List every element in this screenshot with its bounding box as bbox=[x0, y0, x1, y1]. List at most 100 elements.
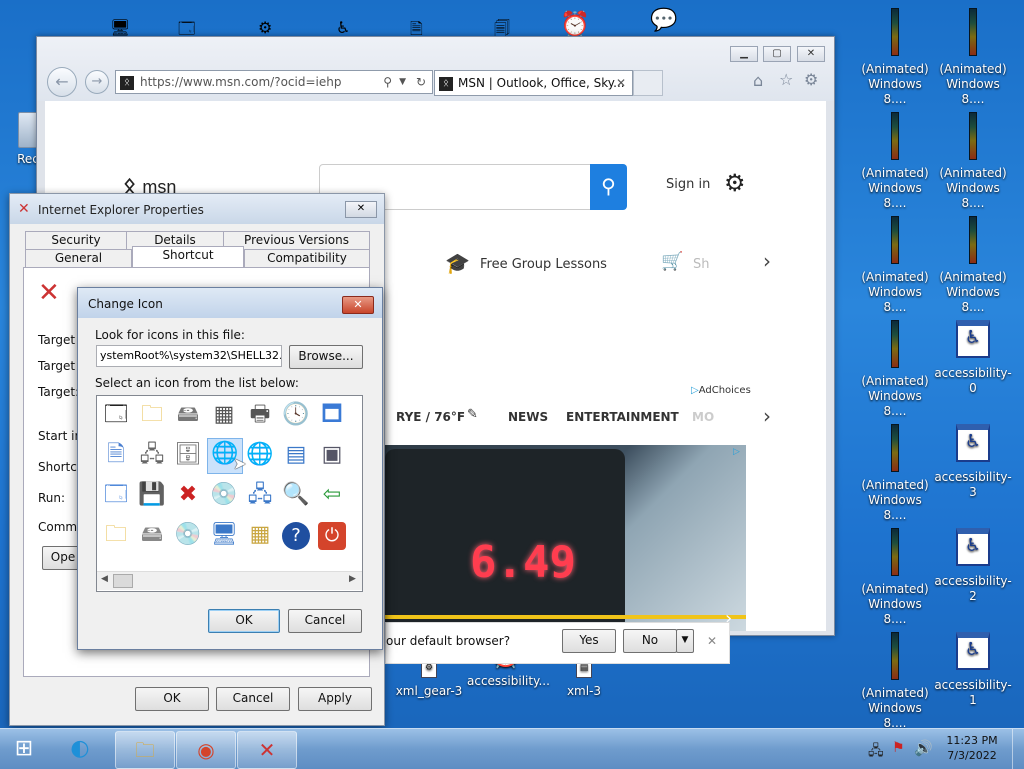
arrow-green-icon[interactable]: ⇦ bbox=[317, 480, 347, 510]
folder-icon[interactable]: 🗀 bbox=[137, 400, 167, 430]
calculator-icon[interactable]: ▦ bbox=[245, 520, 275, 550]
chip-icon[interactable]: ▦ bbox=[209, 400, 239, 430]
search-icon[interactable]: ⚲ bbox=[383, 71, 392, 93]
new-tab-button[interactable] bbox=[633, 70, 663, 96]
cancel-button[interactable]: Cancel bbox=[216, 687, 290, 711]
file-explorer-taskbar-button[interactable]: 🗀 bbox=[115, 731, 175, 769]
change-icon-close-button[interactable]: ✕ bbox=[342, 296, 374, 314]
desktop-animated-windows8-shortcut[interactable]: (Animated) Windows 8.... bbox=[856, 424, 934, 523]
ok-button[interactable]: OK bbox=[135, 687, 209, 711]
desktop-accessibility-shortcut[interactable]: ♿ accessibility-1 bbox=[934, 632, 1012, 708]
chevron-right-icon[interactable]: › bbox=[763, 249, 771, 273]
icon-list[interactable]: 🗔 🗀 🖴 ▦ 🖶 🕓 🗖 🗎 🖧 🗄 🌐 🌐 ▤ ▣ 🗔 💾 ✖ 💿 🖧 🔍 … bbox=[96, 395, 363, 592]
minimize-button[interactable]: ▁ bbox=[730, 46, 758, 62]
tab-previous-versions[interactable]: Previous Versions bbox=[223, 231, 370, 250]
apply-button[interactable]: Apply bbox=[298, 687, 372, 711]
window-blue-icon[interactable]: 🗖 bbox=[317, 400, 347, 430]
refresh-icon[interactable]: ↻ bbox=[416, 71, 426, 93]
change-icon-dialog[interactable]: Change Icon ✕ Look for icons in this fil… bbox=[77, 287, 383, 650]
maximize-button[interactable]: ▢ bbox=[763, 46, 791, 62]
drive-icon[interactable]: 🖴 bbox=[173, 400, 203, 430]
action-center-tray-icon[interactable]: ⚑ bbox=[892, 740, 905, 756]
no-dropdown-button[interactable]: ▼ bbox=[676, 629, 694, 653]
no-button[interactable]: No bbox=[623, 629, 677, 653]
network-drive-icon[interactable]: 🖧 bbox=[137, 440, 167, 470]
desktop-icon-3[interactable]: ⚙ bbox=[258, 18, 272, 37]
desktop-accessibility-shortcut[interactable]: ♿ accessibility-2 bbox=[934, 528, 1012, 604]
dismiss-icon[interactable]: ✕ bbox=[707, 634, 717, 648]
desktop-animated-windows8-shortcut[interactable]: (Animated) Windows 8.... bbox=[856, 216, 934, 315]
gear-icon[interactable]: ⚙ bbox=[804, 70, 818, 89]
icon-file-input[interactable]: ystemRoot%\system32\SHELL32.dll bbox=[96, 345, 282, 367]
folder-yellow-icon[interactable]: 🗀 bbox=[101, 520, 131, 550]
window-app-icon[interactable]: 🗔 bbox=[101, 400, 131, 430]
start-button[interactable]: ⊞ bbox=[6, 733, 42, 765]
tab-close-icon[interactable]: ✕ bbox=[616, 71, 626, 95]
back-button[interactable]: ← bbox=[47, 67, 77, 97]
magnifier-icon[interactable]: 🔍 bbox=[281, 480, 311, 510]
horizontal-scrollbar[interactable]: ◀ ▶ bbox=[97, 571, 362, 590]
control-panel-icon[interactable]: ▤ bbox=[281, 440, 311, 470]
power-icon[interactable]: ⏻ bbox=[317, 520, 347, 550]
desktop-xml-gear-icon[interactable]: ⚙ xml_gear-3 bbox=[390, 660, 468, 699]
news-image[interactable]: 6.49 ▷ › bbox=[385, 445, 746, 631]
scroll-thumb[interactable] bbox=[113, 574, 133, 588]
hard-drive-icon[interactable]: 🖴 bbox=[137, 520, 167, 550]
desktop-icon-4[interactable]: ♿ bbox=[336, 18, 350, 37]
cancel-button[interactable]: Cancel bbox=[288, 609, 362, 633]
address-bar[interactable]: ᛟ https://www.msn.com/?ocid=iehp ⚲ ▼ ↻ bbox=[115, 70, 433, 94]
monitor-icon[interactable]: 🖥 bbox=[209, 520, 239, 550]
desktop-animated-windows8-shortcut[interactable]: (Animated) Windows 8.... bbox=[934, 112, 1012, 211]
ok-button[interactable]: OK bbox=[208, 609, 280, 633]
desktop-animated-windows8-shortcut[interactable]: (Animated) Windows 8.... bbox=[856, 112, 934, 211]
nav-news[interactable]: NEWS bbox=[508, 410, 548, 424]
globe-monitor-icon[interactable]: 🌐 bbox=[245, 440, 275, 470]
nav-more[interactable]: MO bbox=[692, 410, 714, 424]
desktop-xml-icon[interactable]: ▤ xml-3 bbox=[545, 660, 623, 699]
printer-icon[interactable]: 🖶 bbox=[245, 400, 275, 430]
cd-drive-icon[interactable]: 💿 bbox=[173, 520, 203, 550]
desktop-animated-windows8-shortcut[interactable]: (Animated) Windows 8.... bbox=[856, 320, 934, 419]
browser-tab[interactable]: ᛟ MSN | Outlook, Office, Sky... ✕ bbox=[434, 70, 633, 96]
tab-compatibility[interactable]: Compatibility bbox=[244, 249, 370, 268]
ie-properties-taskbar-button[interactable]: ✕ bbox=[237, 731, 297, 769]
edge-icon[interactable]: ◐ bbox=[62, 733, 98, 765]
nav-entertainment[interactable]: ENTERTAINMENT bbox=[566, 410, 679, 424]
desktop-icon-1[interactable]: 🖥 bbox=[110, 18, 130, 37]
floppy-drive-icon[interactable]: 💾 bbox=[137, 480, 167, 510]
search-button[interactable]: ⚲ bbox=[590, 164, 627, 210]
show-desktop-button[interactable] bbox=[1012, 729, 1024, 769]
scroll-right-icon[interactable]: ▶ bbox=[349, 574, 356, 584]
desktop-icon-8[interactable]: 💬 bbox=[650, 8, 677, 33]
dialog-close-button[interactable]: ✕ bbox=[345, 201, 377, 218]
globe-cd-icon[interactable]: 💿 bbox=[209, 480, 239, 510]
tab-general[interactable]: General bbox=[25, 249, 132, 268]
chrome-taskbar-button[interactable]: ◉ bbox=[176, 731, 236, 769]
settings-icon[interactable]: ⚙ bbox=[724, 169, 746, 197]
adchoices-link[interactable]: ▷AdChoices bbox=[691, 385, 751, 396]
clock-icon[interactable]: 🕓 bbox=[281, 400, 311, 430]
promo-link-2[interactable]: Sh bbox=[693, 257, 710, 272]
favorites-icon[interactable]: ☆ bbox=[779, 70, 793, 89]
desktop-animated-windows8-shortcut[interactable]: (Animated) Windows 8.... bbox=[934, 8, 1012, 107]
server-icon[interactable]: 🗄 bbox=[173, 440, 203, 470]
scroll-left-icon[interactable]: ◀ bbox=[101, 574, 108, 584]
edit-icon[interactable]: ✎ bbox=[467, 407, 478, 422]
disconnected-drive-icon[interactable]: ✖ bbox=[173, 480, 203, 510]
desktop-accessibility-shortcut[interactable]: ♿ accessibility-0 bbox=[934, 320, 1012, 396]
browse-button[interactable]: Browse... bbox=[289, 345, 363, 369]
close-button[interactable]: ✕ bbox=[797, 46, 825, 62]
desktop-animated-windows8-shortcut[interactable]: (Animated) Windows 8.... bbox=[934, 216, 1012, 315]
forward-button[interactable]: → bbox=[85, 70, 109, 94]
volume-tray-icon[interactable]: 🔊 bbox=[914, 739, 933, 757]
network-tray-icon[interactable]: 🖧 bbox=[868, 740, 884, 764]
network-icon[interactable]: 🖧 bbox=[245, 480, 275, 510]
blank-window-icon[interactable]: 🗔 bbox=[101, 480, 131, 510]
promo-link[interactable]: Free Group Lessons bbox=[480, 257, 607, 272]
clock[interactable]: 11:23 PM 7/3/2022 bbox=[942, 733, 1002, 763]
desktop-icon-7[interactable]: ⏰ bbox=[560, 10, 590, 38]
desktop-animated-windows8-shortcut[interactable]: (Animated) Windows 8.... bbox=[856, 632, 934, 731]
chevron-down-icon[interactable]: ▼ bbox=[399, 71, 406, 93]
home-icon[interactable]: ⌂ bbox=[753, 71, 763, 90]
desktop-animated-windows8-shortcut[interactable]: (Animated) Windows 8.... bbox=[856, 528, 934, 627]
